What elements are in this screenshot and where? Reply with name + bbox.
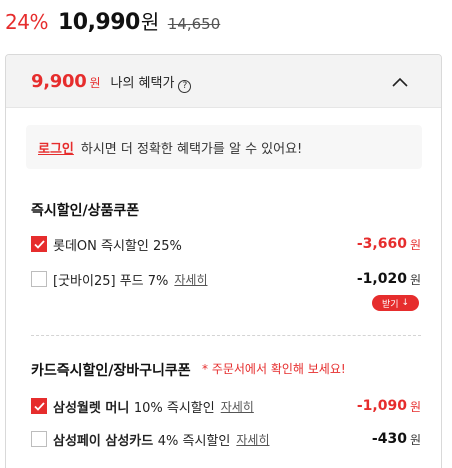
discount-amount-unit: 원 xyxy=(409,399,421,414)
benefit-panel: 9,900 원 나의 혜택가 ? 로그인 하시면 더 정확한 혜택가를 알 수 … xyxy=(5,54,442,468)
checkmark-icon xyxy=(33,401,45,411)
discount-item-label: [굿바이25] 푸드 7% xyxy=(53,273,169,289)
benefit-price-unit: 원 xyxy=(89,76,101,90)
my-benefit-price: 9,900 원 나의 혜택가 ? xyxy=(31,71,192,93)
login-link[interactable]: 로그인 xyxy=(38,138,74,157)
collapse-button[interactable] xyxy=(388,71,412,93)
checkbox[interactable] xyxy=(31,431,47,447)
discount-amount: -430 원 xyxy=(372,429,421,449)
discount-item: [굿바이25] 푸드 7% 자세히 -1,020 원 xyxy=(31,269,421,289)
discount-item-label: 삼성페이 삼성카드 4% 즉시할인 xyxy=(53,430,230,449)
discount-rate: 24% xyxy=(5,10,48,34)
discount-amount: -3,660 원 xyxy=(357,234,421,254)
detail-link[interactable]: 자세히 xyxy=(221,398,254,415)
section-title-card-discount: 카드즉시할인/장바구니쿠폰 xyxy=(31,363,191,379)
card-name: 삼성월렛 머니 xyxy=(53,400,130,416)
chevron-up-icon xyxy=(392,77,408,87)
sale-price-value: 10,990 xyxy=(57,10,140,35)
section-note: * 주문서에서 확인해 보세요! xyxy=(202,362,346,376)
discount-item-label: 롯데ON 즉시할인 25% xyxy=(53,238,182,254)
discount-item-label: 삼성월렛 머니 10% 즉시할인 xyxy=(53,397,215,416)
sale-price: 10,990원 xyxy=(58,6,159,35)
discount-amount: -1,090 원 xyxy=(357,396,421,416)
discount-amount-value: -430 xyxy=(371,431,407,447)
card-discount-rate: 4% 즉시할인 xyxy=(157,433,231,449)
checkbox[interactable] xyxy=(31,236,47,252)
benefit-price-label: 나의 혜택가 xyxy=(110,76,175,91)
discount-amount: -1,020 원 xyxy=(357,269,421,289)
discount-amount-value: -1,090 xyxy=(356,398,407,414)
card-name: 삼성페이 삼성카드 xyxy=(53,433,154,449)
discount-amount-value: -1,020 xyxy=(356,271,407,287)
checkmark-icon xyxy=(33,239,45,249)
discount-amount-unit: 원 xyxy=(409,272,421,287)
login-notice: 로그인 하시면 더 정확한 혜택가를 알 수 있어요! xyxy=(26,125,422,169)
download-icon: ↓ xyxy=(401,298,410,308)
discount-item: 롯데ON 즉시할인 25% -3,660 원 xyxy=(31,234,421,254)
receive-coupon-button[interactable]: 받기 ↓ xyxy=(372,295,419,311)
checkbox[interactable] xyxy=(31,398,47,414)
discount-amount-unit: 원 xyxy=(409,237,421,252)
benefit-panel-header[interactable]: 9,900 원 나의 혜택가 ? xyxy=(6,55,441,108)
section-divider xyxy=(31,335,421,336)
login-notice-message: 하시면 더 정확한 혜택가를 알 수 있어요! xyxy=(80,141,303,157)
detail-link[interactable]: 자세히 xyxy=(174,271,207,288)
discount-amount-value: -3,660 xyxy=(356,236,407,252)
price-summary: 24% 10,990원 14,650 xyxy=(5,6,220,38)
checkbox[interactable] xyxy=(31,271,47,287)
discount-item: 삼성월렛 머니 10% 즉시할인 자세히 -1,090 원 xyxy=(31,396,421,416)
help-icon[interactable]: ? xyxy=(178,80,192,93)
receive-coupon-label: 받기 xyxy=(381,299,399,310)
benefit-price-value: 9,900 xyxy=(31,71,87,92)
detail-link[interactable]: 자세히 xyxy=(236,431,269,448)
original-price: 14,650 xyxy=(167,15,221,33)
card-discount-rate: 10% 즉시할인 xyxy=(133,400,215,416)
sale-price-unit: 원 xyxy=(140,10,159,34)
section-title-instant-discount: 즉시할인/상품쿠폰 xyxy=(31,203,140,219)
discount-item: 삼성페이 삼성카드 4% 즉시할인 자세히 -430 원 xyxy=(31,429,421,449)
discount-amount-unit: 원 xyxy=(409,432,421,447)
